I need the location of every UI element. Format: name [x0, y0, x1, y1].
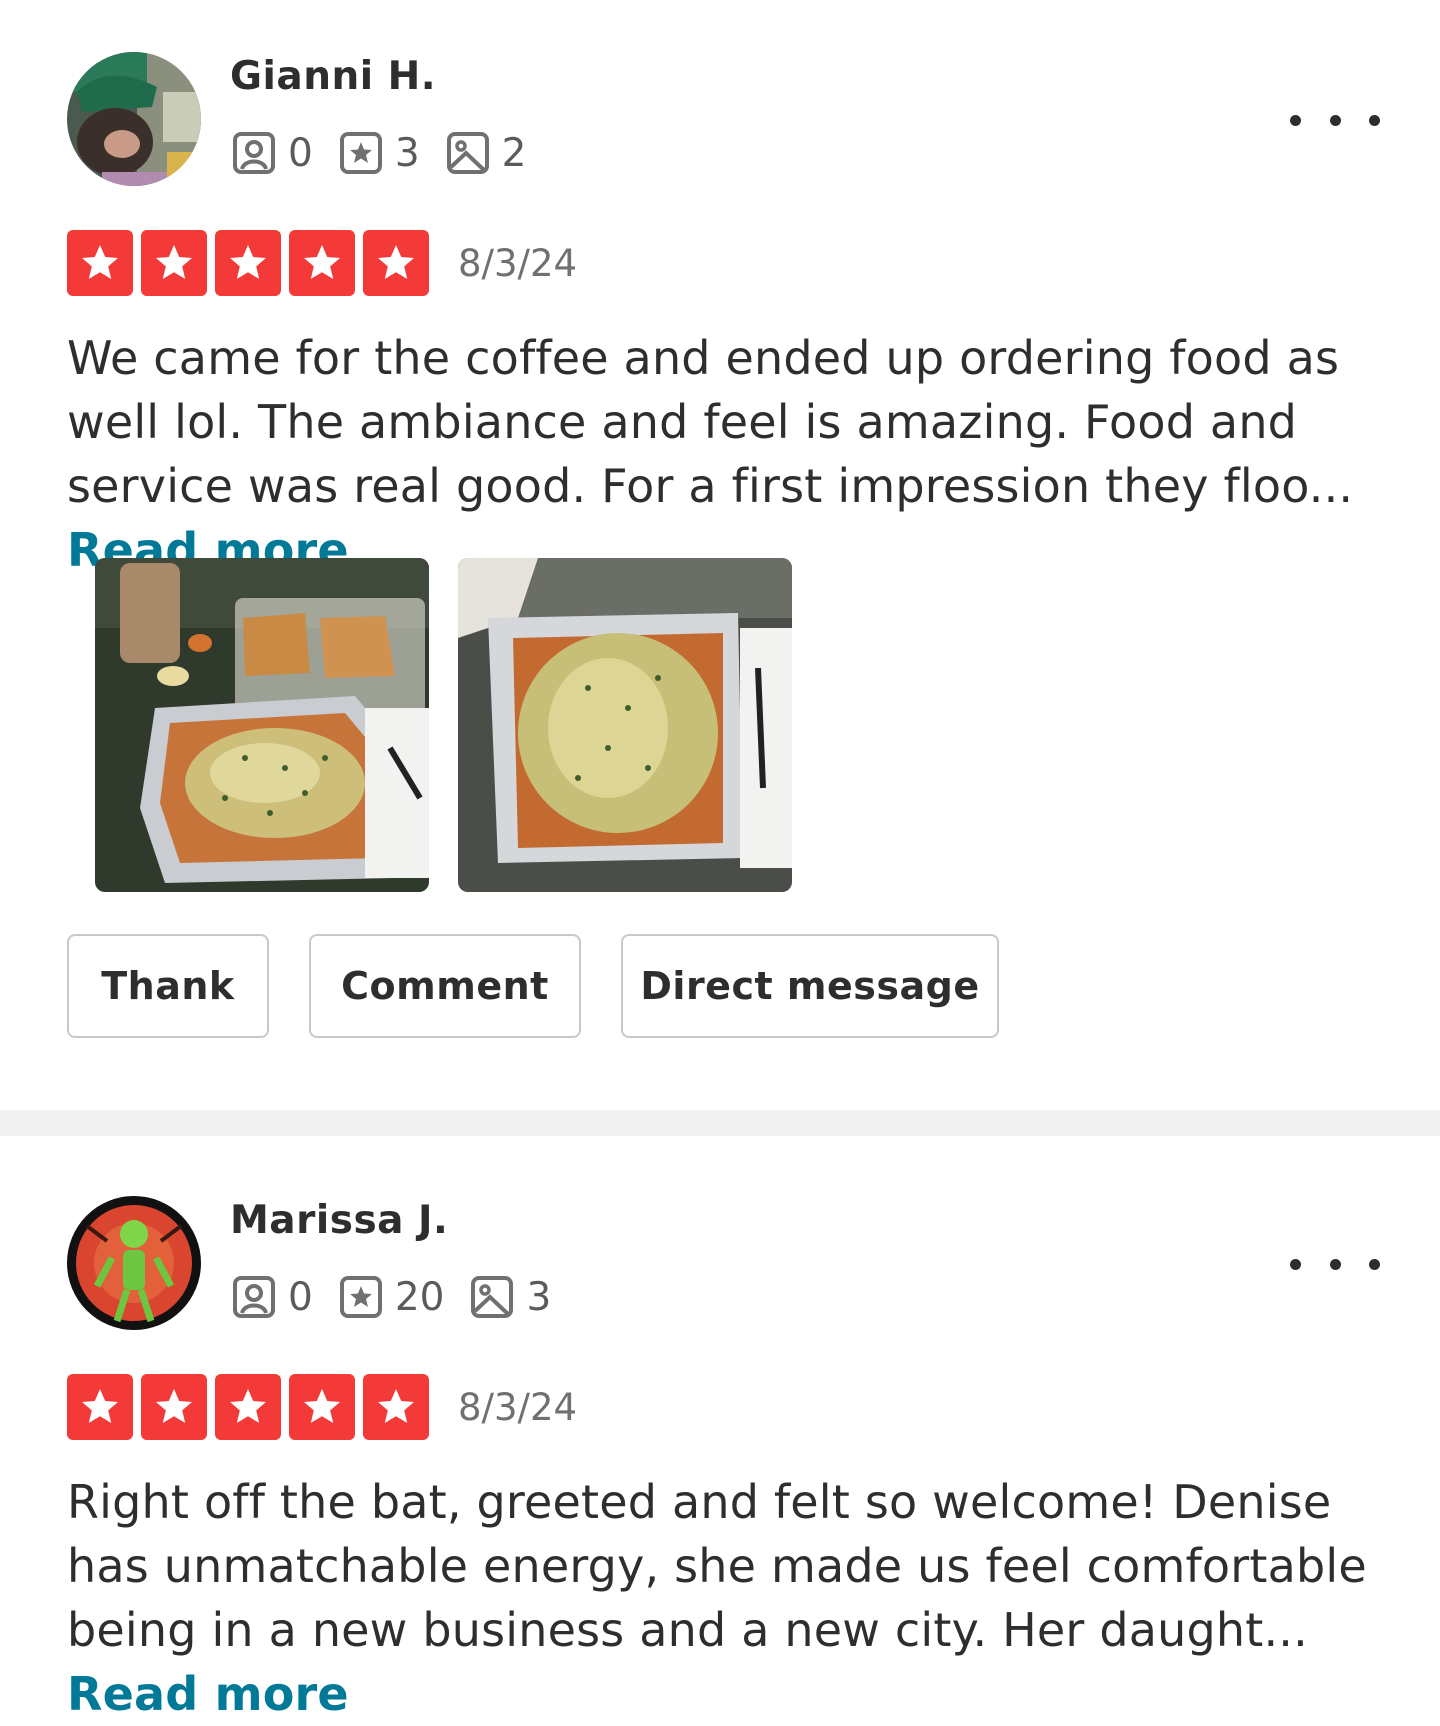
friends-stat: 0: [230, 129, 313, 177]
reviews-count: 3: [394, 130, 420, 176]
review-text-block: We came for the coffee and ended up orde…: [67, 326, 1387, 582]
review-text: We came for the coffee and ended up orde…: [67, 331, 1354, 513]
photos-stat: 3: [468, 1273, 551, 1321]
photos-stat: 2: [444, 129, 527, 177]
direct-message-button[interactable]: Direct message: [621, 934, 999, 1038]
user-name[interactable]: Gianni H.: [230, 54, 436, 99]
user-stats: 0 3 2: [230, 128, 550, 178]
star-icon: [215, 1374, 281, 1440]
photos-count: 3: [526, 1274, 552, 1320]
star-icon: [141, 230, 207, 296]
star-icon: [289, 1374, 355, 1440]
more-options-icon[interactable]: [1290, 96, 1380, 144]
thank-button[interactable]: Thank: [67, 934, 269, 1038]
review-photo[interactable]: [458, 558, 792, 892]
user-name[interactable]: Marissa J.: [230, 1198, 448, 1243]
star-icon: [141, 1374, 207, 1440]
review-star-icon: [337, 1273, 385, 1321]
user-stats: 0 20 3: [230, 1272, 575, 1322]
photo-icon: [444, 129, 492, 177]
read-more-link[interactable]: Read more: [67, 1667, 349, 1721]
star-rating: [67, 230, 437, 296]
star-icon: [363, 1374, 429, 1440]
review-photos: [95, 558, 821, 892]
friends-icon: [230, 1273, 278, 1321]
review-card: Marissa J. 0 20 3 8/3/24 Right off the b…: [0, 1136, 1440, 1721]
friends-count: 0: [288, 130, 313, 176]
avatar[interactable]: [67, 52, 201, 186]
review-date: 8/3/24: [458, 1386, 578, 1429]
photos-count: 2: [501, 130, 527, 176]
reviews-stat: 20: [337, 1273, 445, 1321]
review-date: 8/3/24: [458, 242, 578, 285]
review-star-icon: [337, 129, 385, 177]
star-icon: [67, 1374, 133, 1440]
more-options-icon[interactable]: [1290, 1240, 1380, 1288]
star-icon: [215, 230, 281, 296]
star-icon: [363, 230, 429, 296]
reviews-stat: 3: [337, 129, 420, 177]
photo-icon: [468, 1273, 516, 1321]
star-icon: [67, 230, 133, 296]
review-text: Right off the bat, greeted and felt so w…: [67, 1475, 1367, 1657]
review-card: Gianni H. 0 3 2 8/3/24 We came for the c…: [0, 0, 1440, 1110]
star-icon: [289, 230, 355, 296]
friends-count: 0: [288, 1274, 313, 1320]
review-photo[interactable]: [95, 558, 429, 892]
friends-stat: 0: [230, 1273, 313, 1321]
comment-button[interactable]: Comment: [309, 934, 581, 1038]
star-rating: [67, 1374, 437, 1440]
avatar[interactable]: [67, 1196, 201, 1330]
friends-icon: [230, 129, 278, 177]
reviews-count: 20: [394, 1274, 445, 1320]
section-divider: [0, 1110, 1440, 1136]
review-actions: Thank Comment Direct message: [67, 934, 1039, 1038]
review-text-block: Right off the bat, greeted and felt so w…: [67, 1470, 1387, 1726]
